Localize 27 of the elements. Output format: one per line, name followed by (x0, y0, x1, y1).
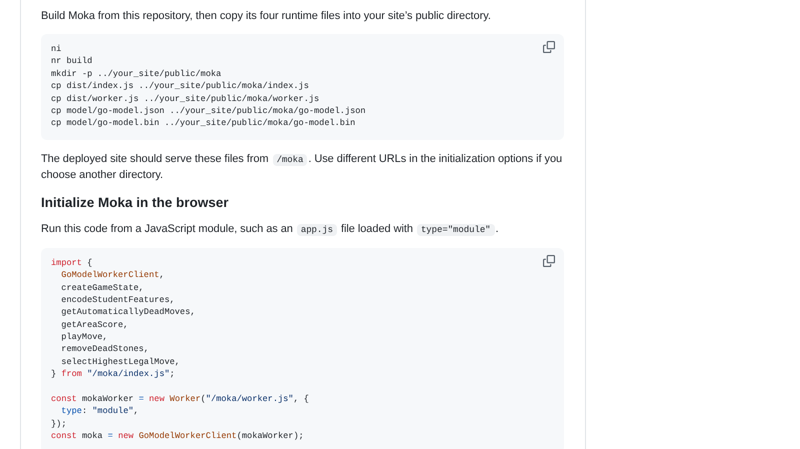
section-heading: Initialize Moka in the browser (41, 194, 230, 212)
paragraph: The deployed site should serve these files from /moka . Use different URLs in the initialization options if you choose another directory. (41, 152, 564, 183)
code-line: cp dist/index.js ../your_site/public/moka/index.js (51, 80, 309, 93)
code-line: encodeStudentFeatures, (61, 294, 175, 306)
paragraph: Run this code from a JavaScript module, such as an app.js file loaded with type="module" . (41, 222, 500, 238)
code-line: type: "module", (61, 405, 139, 418)
code-line: mkdir -p ../your_site/public/moka (51, 68, 222, 80)
code-line: createGameState, (61, 282, 144, 294)
copy-icon[interactable] (543, 41, 555, 53)
code-line: const mokaWorker = new Worker("/moka/worker.js", { (51, 393, 309, 406)
code-line: cp dist/worker.js ../your_site/public/moka/worker.js (51, 92, 320, 105)
code-line: } from "/moka/index.js"; (51, 368, 175, 381)
code-line: }); (51, 418, 66, 430)
code-line: nr build (51, 55, 92, 68)
code-line: cp model/go-model.bin ../your_site/public/moka/go-model.bin (51, 117, 356, 130)
code-line: import { (51, 256, 92, 270)
code-line: GoModelWorkerClient, (61, 269, 164, 282)
code-line: removeDeadStones, (61, 343, 149, 356)
copy-icon[interactable] (543, 254, 555, 267)
paragraph: Build Moka from this repository, then copy its four runtime files into your site’s public directory. (41, 9, 492, 24)
code-line: ni (51, 43, 62, 56)
code-line: playMove, (61, 331, 108, 344)
code-line: selectHighestLegalMove, (61, 356, 180, 368)
code-line: getAutomaticallyDeadMoves, (61, 306, 196, 319)
code-line: getAreaScore, (61, 318, 128, 332)
code-line: const moka = new GoModelWorkerClient(mokaWorker); (51, 430, 304, 443)
code-line: cp model/go-model.json ../your_site/public/moka/go-model.json (51, 104, 366, 118)
